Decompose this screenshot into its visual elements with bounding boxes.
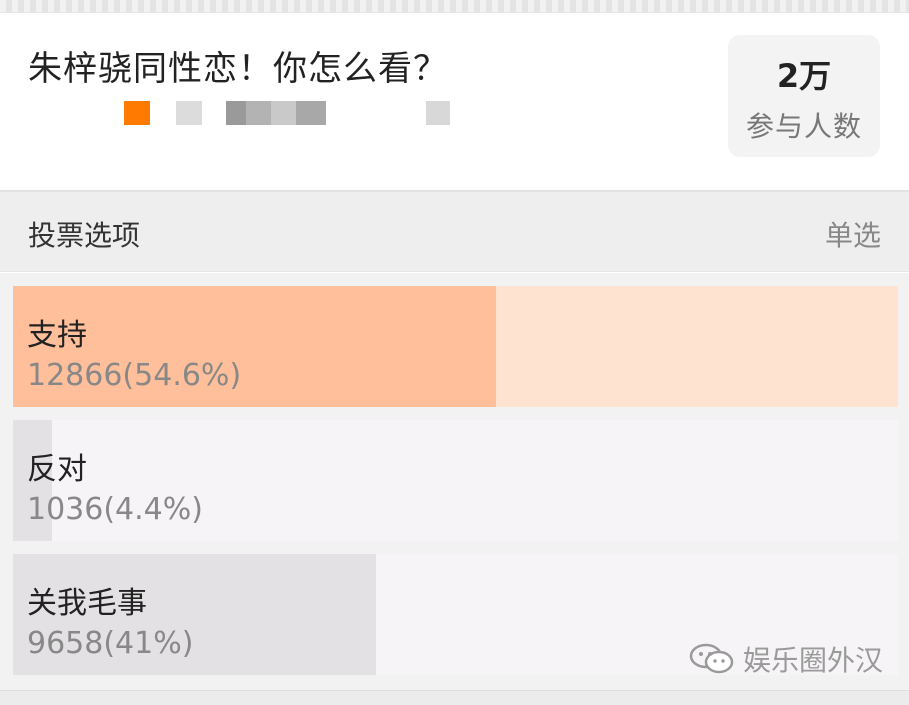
pixelated-meta-block: [226, 101, 326, 125]
pixelated-meta-block: [426, 101, 450, 125]
vote-options-title: 投票选项: [28, 219, 141, 252]
option-stats: 12866(54.6%): [27, 358, 242, 393]
option-stats: 9658(41%): [27, 626, 194, 661]
watermark: 娱乐圈外汉: [689, 639, 883, 679]
vote-options-header: 投票选项 单选: [0, 190, 909, 272]
option-label: 关我毛事: [27, 586, 147, 621]
top-decorative-strip: [0, 0, 909, 13]
wechat-icon: [689, 643, 734, 674]
vote-option-support[interactable]: 支持 12866(54.6%): [13, 286, 898, 407]
poll-header: 朱梓骁同性恋！你怎么看？ 2万 参与人数: [0, 13, 909, 189]
watermark-text: 娱乐圈外汉: [742, 644, 883, 677]
option-label: 支持: [27, 318, 87, 353]
option-stats: 1036(4.4%): [27, 492, 203, 527]
participant-label: 参与人数: [745, 110, 862, 143]
option-label: 反对: [27, 452, 87, 487]
participant-count-box: 2万 参与人数: [728, 35, 880, 157]
pixelated-meta-block: [124, 101, 150, 125]
bottom-divider: [0, 690, 909, 705]
vote-option-oppose[interactable]: 反对 1036(4.4%): [13, 420, 898, 541]
participant-count: 2万: [776, 57, 832, 95]
selection-mode-label: 单选: [824, 219, 881, 252]
pixelated-meta-block: [176, 101, 202, 125]
poll-title: 朱梓骁同性恋！你怎么看？: [28, 49, 448, 89]
